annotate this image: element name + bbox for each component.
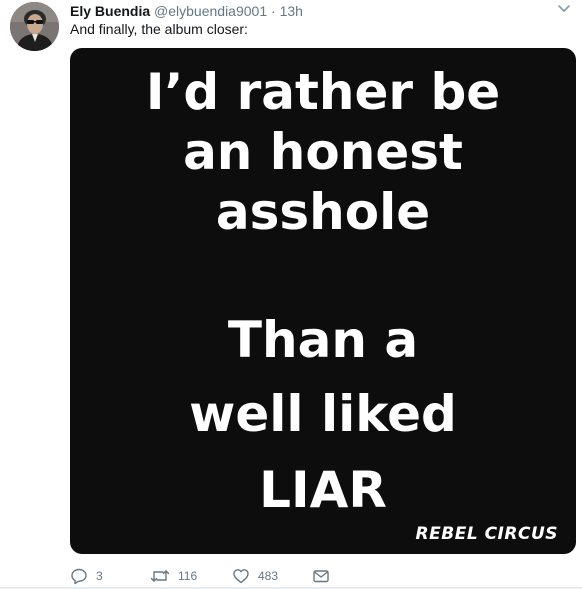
retweet-icon: [150, 570, 170, 582]
retweet-count: 116: [178, 569, 198, 583]
reply-icon: [71, 568, 87, 585]
tweet-header: Ely Buendia @elybuendia9001 · 13h: [70, 2, 303, 20]
timestamp[interactable]: 13h: [280, 3, 303, 19]
heart-icon: [233, 569, 249, 584]
quote-line: LIAR: [259, 461, 387, 519]
like-button[interactable]: 483: [232, 566, 278, 586]
watermark: REBEL CIRCUS: [415, 524, 558, 544]
like-count: 483: [258, 569, 279, 583]
envelope-icon: [313, 570, 329, 583]
quote-line: I’d rather be: [145, 63, 501, 121]
direct-message-button[interactable]: [312, 566, 330, 586]
display-name[interactable]: Ely Buendia: [70, 3, 150, 19]
chevron-down-icon: [558, 5, 570, 12]
quote-line: an honest: [183, 123, 463, 181]
more-options-button[interactable]: [556, 0, 572, 16]
tweet-text: And finally, the album closer:: [70, 21, 248, 37]
quote-line: well liked: [189, 385, 457, 443]
header-separator: ·: [271, 3, 276, 19]
reply-button[interactable]: 3: [70, 566, 103, 586]
retweet-button[interactable]: 116: [150, 566, 197, 586]
avatar-image: [10, 2, 59, 51]
avatar[interactable]: [10, 2, 59, 51]
user-handle[interactable]: @elybuendia9001: [154, 3, 267, 19]
tweet-media-image[interactable]: I’d rather be an honest asshole Than a w…: [70, 48, 576, 554]
reply-count: 3: [96, 569, 103, 583]
tweet-actions: 3 116 483: [70, 566, 576, 586]
quote-line: asshole: [215, 183, 431, 241]
tweet: Ely Buendia @elybuendia9001 · 13h And fi…: [0, 0, 582, 589]
quote-line: Than a: [227, 311, 419, 369]
